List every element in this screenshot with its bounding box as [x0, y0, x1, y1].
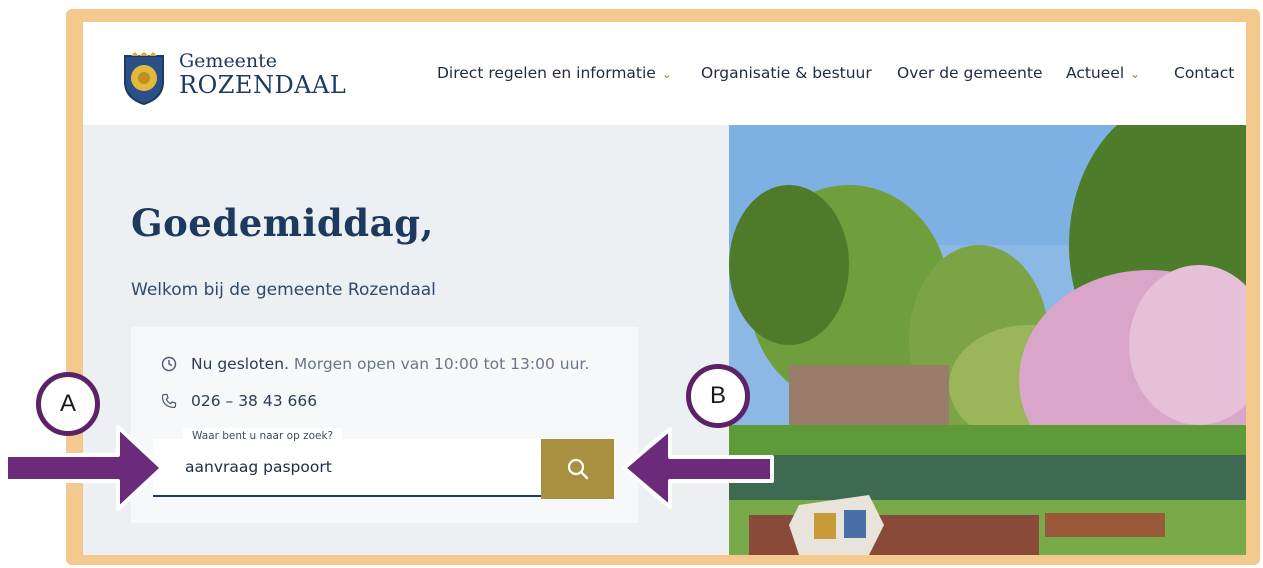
site-header: Gemeente ROZENDAAL Direct regelen en inf…: [83, 22, 1246, 125]
nav-item-label: Organisatie & bestuur: [701, 64, 872, 82]
site-logo[interactable]: Gemeente ROZENDAAL: [121, 50, 361, 106]
nav-item-label: Over de gemeente: [897, 64, 1043, 82]
nav-item-label: Direct regelen en informatie: [437, 64, 656, 82]
annotation-marker-a: A: [36, 372, 100, 436]
status-closed: Nu gesloten.: [191, 355, 289, 373]
search-button[interactable]: [541, 439, 614, 499]
nav-item-organisatie[interactable]: Organisatie & bestuur: [701, 64, 872, 82]
annotation-marker-b: B: [686, 364, 750, 428]
nav-item-over-de-gemeente[interactable]: Over de gemeente: [897, 64, 1043, 82]
chevron-down-icon: ⌄: [661, 67, 672, 81]
nav-item-contact[interactable]: Contact: [1174, 64, 1234, 82]
clock-icon: [161, 356, 177, 372]
chevron-down-icon: ⌄: [1130, 67, 1141, 81]
annotation-arrow-a: [4, 425, 164, 511]
search-input[interactable]: [153, 439, 541, 497]
nav-item-actueel[interactable]: Actueel ⌄: [1066, 64, 1140, 82]
search-icon: [567, 458, 588, 480]
hero-photo: [729, 125, 1246, 555]
phone-number: 026 – 38 43 666: [191, 392, 318, 410]
phone-icon: [161, 393, 177, 409]
welcome-text: Welkom bij de gemeente Rozendaal: [131, 280, 436, 300]
logo-line-rozendaal: ROZENDAAL: [179, 71, 347, 99]
logo-line-gemeente: Gemeente: [179, 50, 278, 72]
search-field-label: Waar bent u naar op zoek?: [183, 428, 343, 444]
park-landscape-image: [729, 125, 1246, 555]
coat-of-arms-icon: [124, 52, 164, 106]
page-title: Goedemiddag,: [131, 201, 434, 245]
annotation-arrow-b: [622, 427, 774, 509]
logo-text: Gemeente ROZENDAAL: [179, 50, 346, 98]
info-box: Nu gesloten. Morgen open van 10:00 tot 1…: [131, 327, 638, 523]
nav-item-direct-regelen[interactable]: Direct regelen en informatie ⌄: [437, 64, 672, 82]
nav-item-label: Contact: [1174, 64, 1235, 82]
phone-row[interactable]: 026 – 38 43 666: [161, 392, 317, 410]
opening-status: Nu gesloten. Morgen open van 10:00 tot 1…: [161, 355, 589, 373]
status-hours: Morgen open van 10:00 tot 13:00 uur.: [293, 355, 590, 373]
nav-item-label: Actueel: [1066, 64, 1125, 82]
